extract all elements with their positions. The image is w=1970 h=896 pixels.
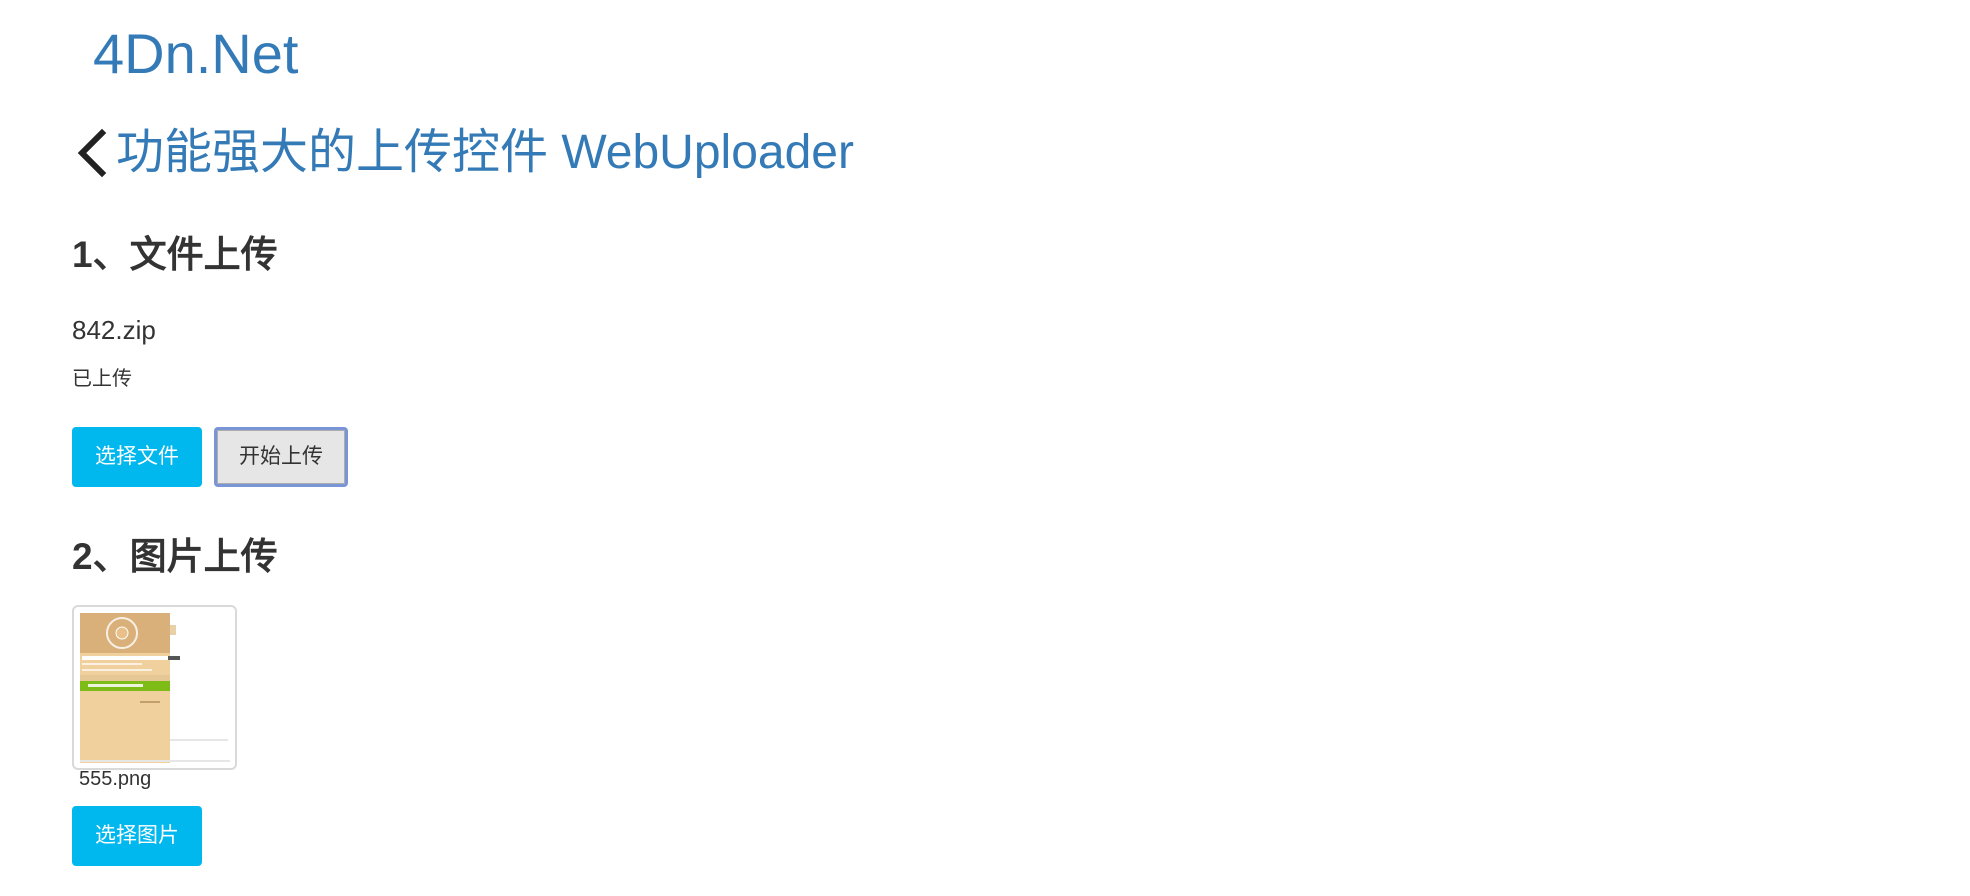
site-logo-link[interactable]: 4Dn.Net (93, 18, 298, 90)
chevron-left-icon[interactable] (72, 127, 114, 179)
image-thumbnail (80, 613, 230, 763)
select-file-button[interactable]: 选择文件 (72, 427, 202, 487)
image-thumbnail-card[interactable] (72, 605, 237, 770)
uploaded-file-name: 842.zip (72, 315, 156, 345)
select-image-button[interactable]: 选择图片 (72, 806, 202, 866)
section-title-file-upload: 1、文件上传 (72, 234, 278, 275)
upload-status-text: 已上传 (72, 368, 132, 390)
thumbnail-file-name: 555.png (79, 768, 152, 790)
section-title-image-upload: 2、图片上传 (72, 536, 278, 577)
page-heading[interactable]: 功能强大的上传控件 WebUploader (72, 122, 854, 184)
start-upload-button[interactable]: 开始上传 (214, 427, 348, 487)
page-title[interactable]: 功能强大的上传控件 WebUploader (116, 122, 854, 184)
